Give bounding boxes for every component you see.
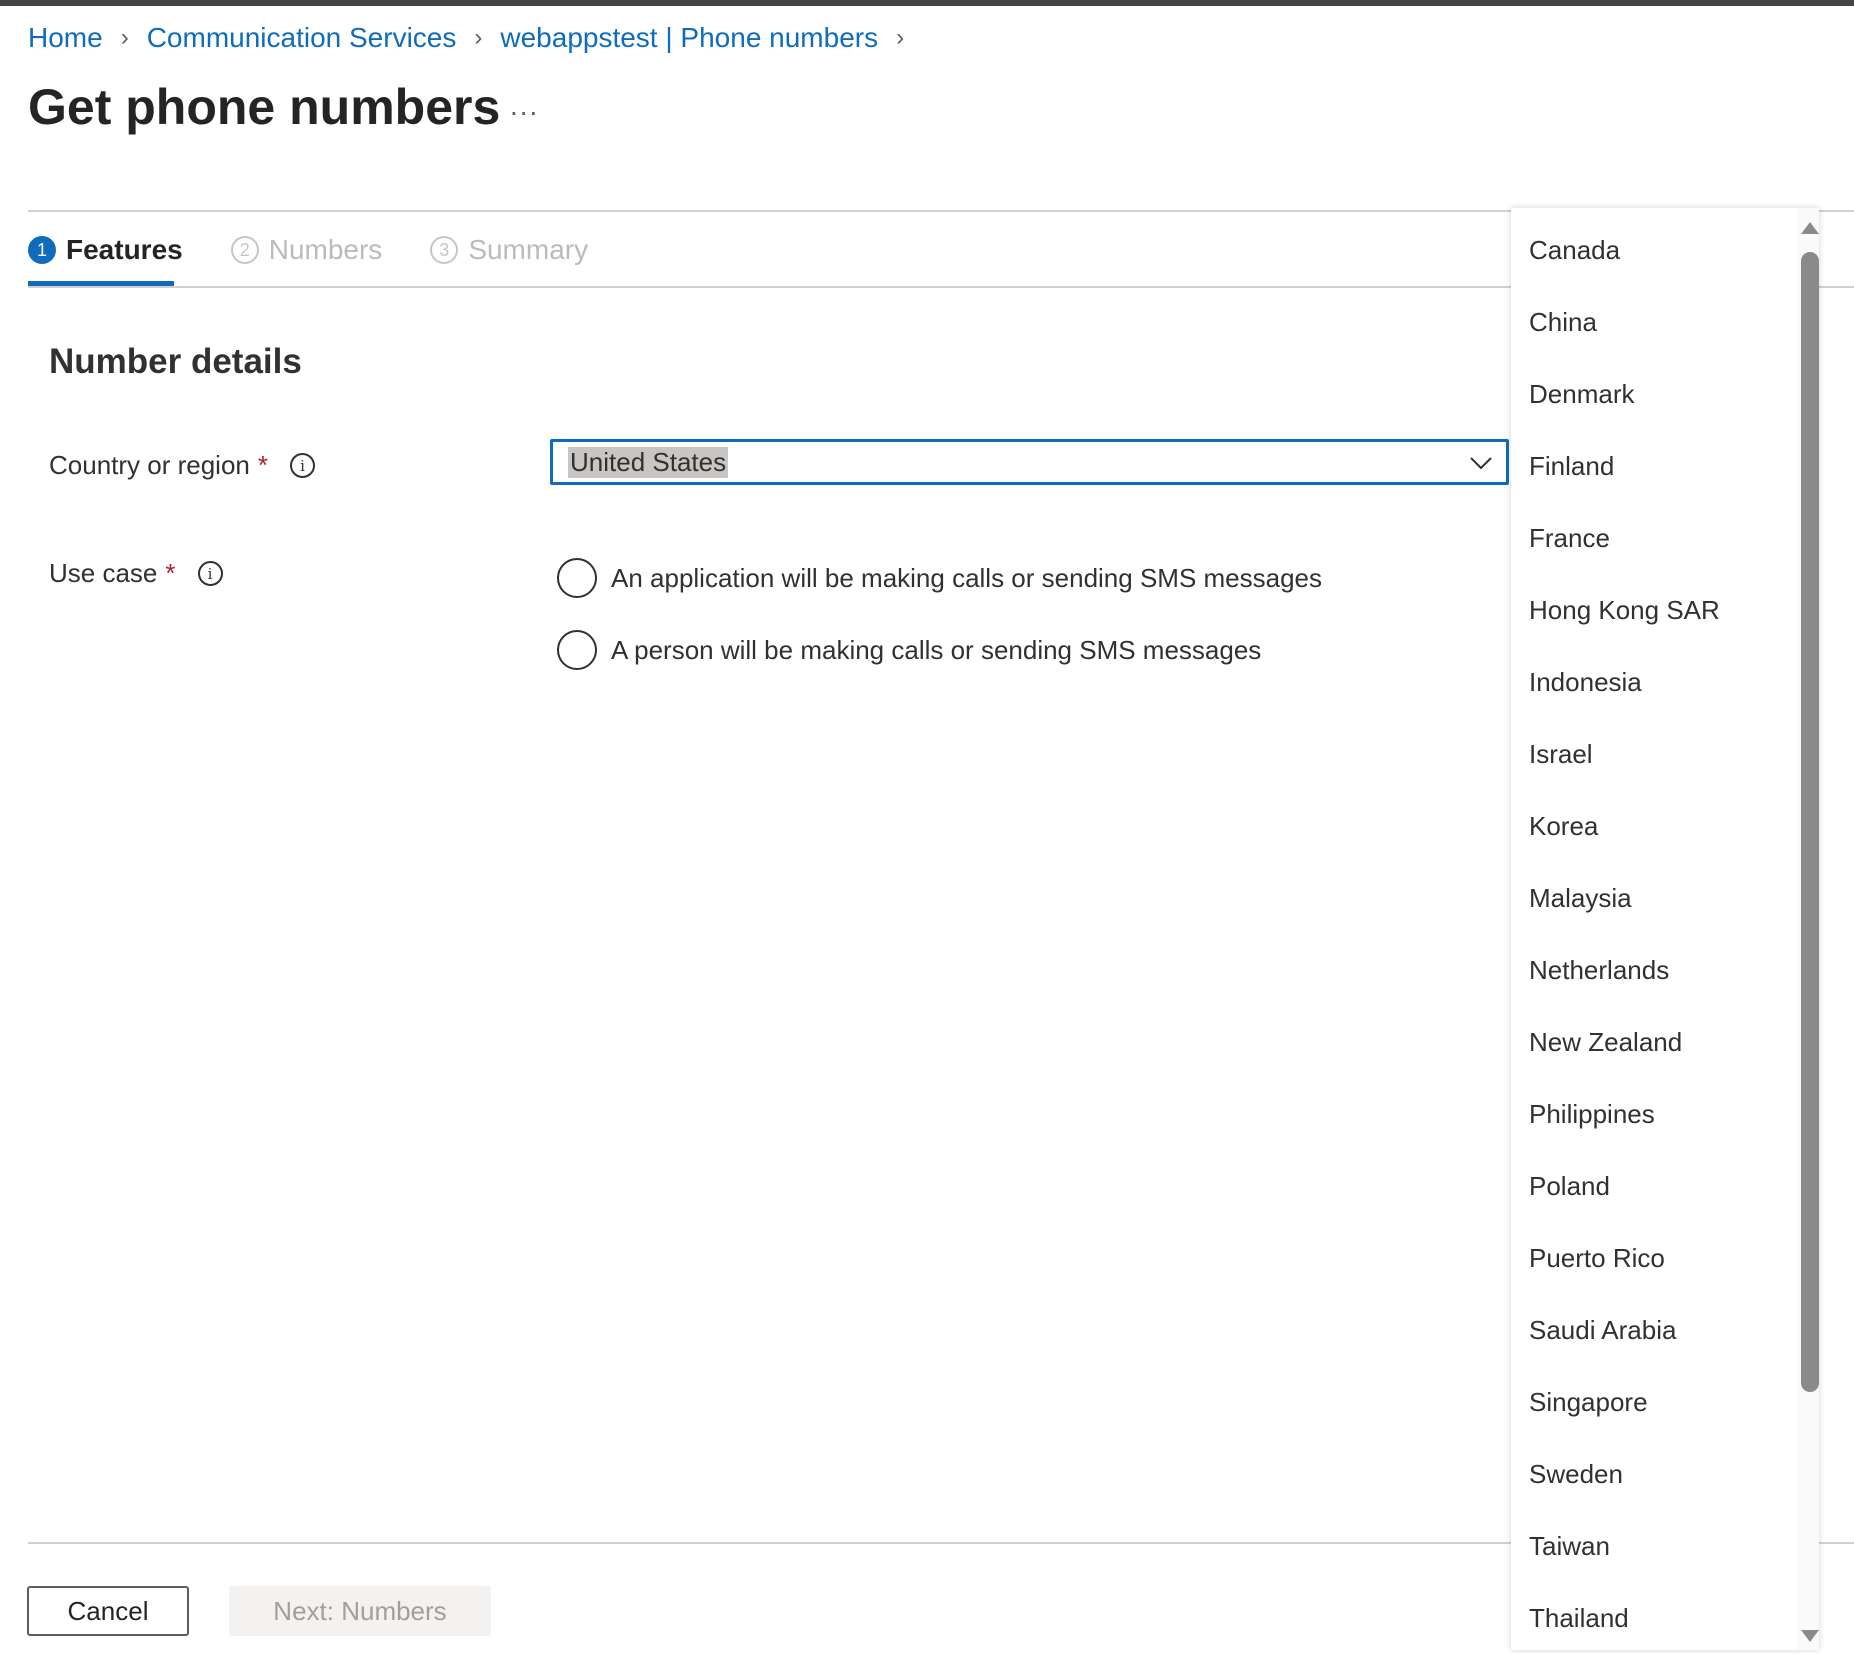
dropdown-option[interactable]: Finland	[1511, 430, 1796, 502]
breadcrumb-home[interactable]: Home	[28, 22, 103, 54]
dropdown-option[interactable]: Denmark	[1511, 358, 1796, 430]
scroll-down-icon[interactable]	[1801, 1630, 1819, 1642]
cancel-button[interactable]: Cancel	[27, 1586, 189, 1636]
step-number: 2	[230, 236, 259, 264]
step-number: 3	[430, 236, 459, 264]
dropdown-option[interactable]: Puerto Rico	[1511, 1222, 1796, 1294]
tab-label: Features	[66, 234, 183, 265]
dropdown-option[interactable]: Singapore	[1511, 1366, 1796, 1438]
tab-label: Numbers	[268, 234, 383, 265]
radio-person[interactable]: A person will be making calls or sending…	[557, 630, 1261, 670]
scrollbar-thumb[interactable]	[1801, 252, 1819, 1392]
tab-features[interactable]: 1 Features	[28, 230, 183, 270]
dropdown-option[interactable]: Philippines	[1511, 1078, 1796, 1150]
breadcrumb-phone-numbers[interactable]: webappstest | Phone numbers	[500, 22, 878, 54]
dropdown-option[interactable]: China	[1511, 286, 1796, 358]
chevron-right-icon: ›	[896, 24, 905, 51]
dropdown-option[interactable]: Canada	[1511, 214, 1796, 286]
radio-label: An application will be making calls or s…	[611, 562, 1323, 593]
dropdown-option[interactable]: Poland	[1511, 1150, 1796, 1222]
section-title: Number details	[49, 342, 302, 381]
radio-application[interactable]: An application will be making calls or s…	[557, 558, 1322, 598]
use-case-label: Use case * i	[49, 558, 223, 589]
dropdown-option[interactable]: Hong Kong SAR	[1511, 574, 1796, 646]
country-dropdown-list: Canada China Denmark Finland France Hong Kong…	[1511, 208, 1819, 1650]
dropdown-option[interactable]: Taiwan	[1511, 1510, 1796, 1582]
dropdown-option[interactable]: Malaysia	[1511, 862, 1796, 934]
scroll-up-icon[interactable]	[1801, 222, 1819, 234]
radio-circle[interactable]	[557, 630, 597, 670]
country-dropdown[interactable]: United States	[550, 439, 1509, 485]
dropdown-option[interactable]: Netherlands	[1511, 934, 1796, 1006]
dropdown-option[interactable]: Korea	[1511, 790, 1796, 862]
scrollbar[interactable]	[1797, 208, 1819, 1650]
tab-label: Summary	[468, 234, 589, 265]
radio-circle[interactable]	[557, 558, 597, 598]
label-text: Use case	[49, 558, 158, 588]
radio-label: A person will be making calls or sending…	[611, 634, 1262, 665]
chevron-right-icon: ›	[120, 24, 129, 51]
options-list: Canada China Denmark Finland France Hong Kong…	[1511, 214, 1796, 1654]
required-marker: *	[257, 450, 269, 480]
top-bar	[0, 0, 1854, 6]
next-numbers-button[interactable]: Next: Numbers	[229, 1586, 491, 1636]
step-number: 1	[28, 236, 56, 264]
dropdown-option[interactable]: France	[1511, 502, 1796, 574]
breadcrumb: Home › Communication Services › webappst…	[28, 22, 922, 54]
dropdown-option[interactable]: Indonesia	[1511, 646, 1796, 718]
dropdown-option[interactable]: Sweden	[1511, 1438, 1796, 1510]
selected-value: United States	[568, 446, 729, 478]
dropdown-option[interactable]: Israel	[1511, 718, 1796, 790]
dropdown-option[interactable]: Thailand	[1511, 1582, 1796, 1654]
breadcrumb-communication-services[interactable]: Communication Services	[147, 22, 457, 54]
wizard-tabs: 1 Features 2 Numbers 3 Summary	[28, 230, 588, 270]
label-text: Country or region	[49, 450, 250, 480]
country-label: Country or region * i	[49, 450, 316, 481]
tab-numbers[interactable]: 2 Numbers	[230, 230, 383, 270]
dropdown-option[interactable]: Saudi Arabia	[1511, 1294, 1796, 1366]
chevron-right-icon: ›	[474, 24, 483, 51]
page-title: Get phone numbers	[28, 79, 501, 135]
info-icon[interactable]: i	[290, 453, 316, 478]
required-marker: *	[165, 558, 176, 588]
tab-summary[interactable]: 3 Summary	[430, 230, 588, 270]
info-icon[interactable]: i	[197, 561, 223, 586]
chevron-down-icon	[1470, 457, 1492, 470]
more-options-button[interactable]: ...	[510, 90, 539, 122]
dropdown-option[interactable]: New Zealand	[1511, 1006, 1796, 1078]
